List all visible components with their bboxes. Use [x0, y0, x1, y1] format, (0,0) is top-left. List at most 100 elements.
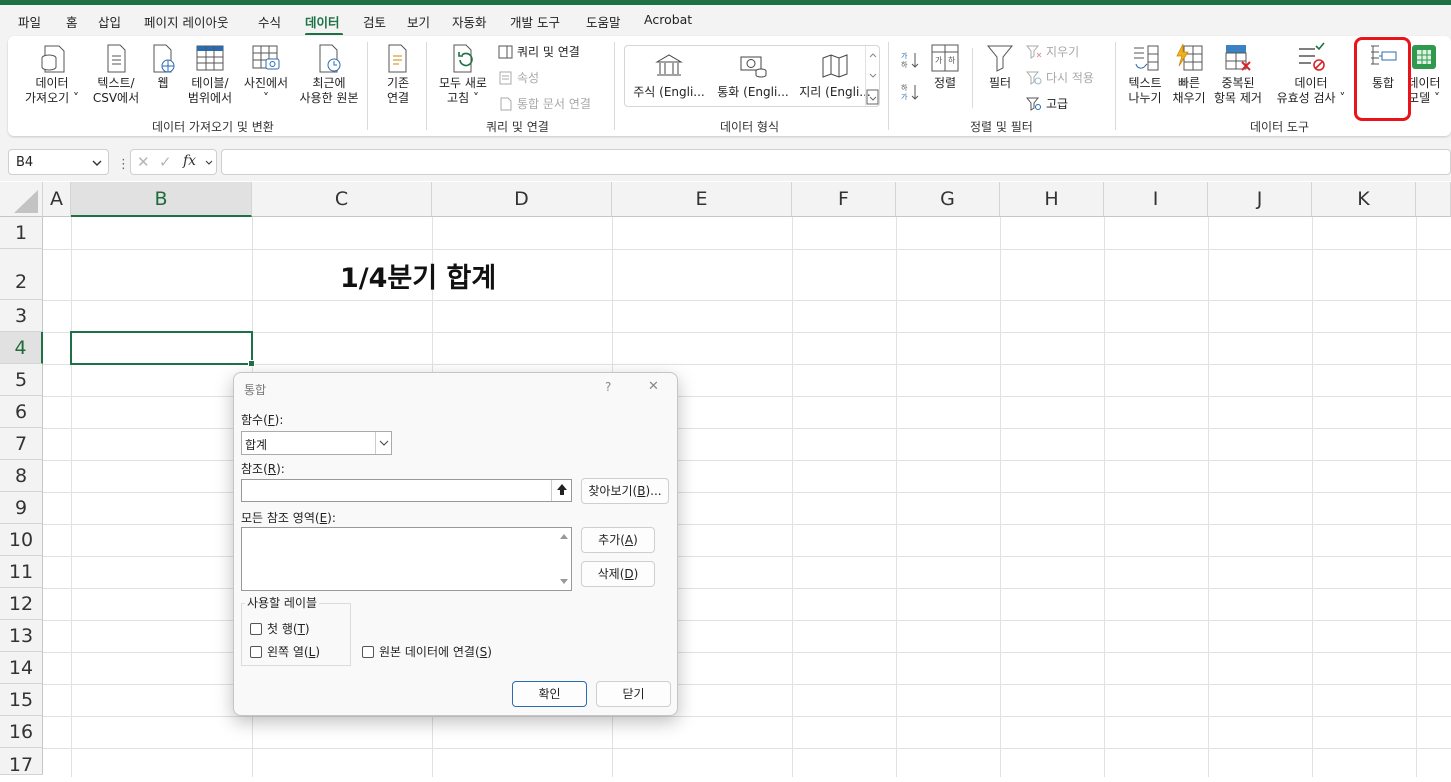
tab-developer[interactable]: 개발 도구 [510, 12, 560, 31]
currencies-data-type[interactable]: 통화 (Engli... [715, 52, 791, 100]
tab-home[interactable]: 홈 [66, 12, 78, 31]
tab-formulas[interactable]: 수식 [258, 12, 281, 31]
formula-input[interactable] [221, 149, 1451, 175]
column-header[interactable]: H [1000, 182, 1104, 217]
browse-button[interactable]: 찾아보기(B)... [581, 478, 669, 504]
column-header[interactable]: A [43, 182, 71, 217]
properties-button[interactable]: 속성 [498, 69, 539, 86]
recent-sources-label-2: 사용한 원본 [299, 91, 359, 105]
tab-automate[interactable]: 자동화 [452, 12, 487, 31]
text-to-columns-button[interactable]: 텍스트 나누기 [1121, 42, 1169, 106]
cancel-icon[interactable]: ✕ [137, 153, 150, 171]
row-header[interactable]: 8 [0, 460, 43, 492]
active-cell-b4[interactable] [70, 331, 253, 365]
geography-data-type[interactable]: 지리 (Engli... [797, 52, 873, 100]
sort-button[interactable]: 가하 정렬 [928, 42, 962, 91]
row-header[interactable]: 9 [0, 492, 43, 524]
select-all-corner[interactable] [0, 182, 43, 217]
ok-button[interactable]: 확인 [512, 681, 587, 707]
more-options-icon[interactable]: ⋮ [117, 157, 130, 172]
left-column-checkbox[interactable]: 왼쪽 열(L) [250, 643, 320, 660]
tab-view[interactable]: 보기 [407, 12, 430, 31]
tab-data[interactable]: 데이터 [305, 12, 340, 31]
row-header[interactable]: 1 [0, 217, 43, 249]
column-header[interactable]: J [1208, 182, 1312, 217]
refresh-all-button[interactable]: 모두 새로 고침 ˅ [434, 42, 492, 106]
collapse-dialog-button[interactable] [551, 480, 571, 501]
use-labels-legend: 사용할 레이블 [245, 594, 320, 611]
delete-button[interactable]: 삭제(D) [581, 561, 655, 587]
row-header[interactable]: 13 [0, 620, 43, 652]
checkbox[interactable] [250, 646, 262, 658]
column-header[interactable]: F [792, 182, 896, 217]
top-row-checkbox[interactable]: 첫 행(T) [250, 620, 310, 637]
row-header[interactable]: 2 [0, 249, 43, 300]
reapply-button[interactable]: 다시 적용 [1026, 69, 1094, 86]
edit-links-button[interactable]: 통합 문서 연결 [498, 95, 591, 112]
name-box[interactable]: B4 [8, 149, 109, 175]
column-header[interactable]: I [1104, 182, 1208, 217]
row-header[interactable]: 4 [0, 332, 43, 364]
row-header[interactable]: 10 [0, 524, 43, 556]
remove-duplicates-button[interactable]: 중복된 항목 제거 [1210, 42, 1266, 106]
from-web-button[interactable]: 웹 [148, 42, 178, 91]
clear-filter-button[interactable]: 지우기 [1026, 43, 1079, 60]
help-button[interactable]: ? [605, 380, 611, 394]
function-select[interactable]: 합계 [241, 431, 392, 455]
column-header[interactable]: B [71, 182, 252, 217]
checkbox[interactable] [362, 646, 374, 658]
fill-handle[interactable] [248, 360, 255, 367]
row-header[interactable]: 16 [0, 716, 43, 748]
row-header[interactable]: 11 [0, 556, 43, 588]
function-dropdown-button[interactable] [375, 432, 391, 454]
row-header[interactable]: 6 [0, 396, 43, 428]
row-header[interactable]: 14 [0, 652, 43, 684]
column-header[interactable]: D [432, 182, 612, 217]
filter-button[interactable]: 필터 [982, 42, 1018, 91]
sort-ascending-button[interactable]: 가하 [900, 50, 920, 70]
close-icon[interactable]: ✕ [648, 379, 659, 394]
existing-connections-button[interactable]: 기존 연결 [376, 42, 420, 106]
column-header[interactable]: K [1312, 182, 1416, 217]
link-source-checkbox[interactable]: 원본 데이터에 연결(S) [362, 643, 492, 660]
from-table-button[interactable]: 테이블/ 범위에서 [184, 42, 236, 106]
row-header[interactable]: 15 [0, 684, 43, 716]
function-label: 함수(F): [241, 413, 284, 427]
row-header[interactable]: 3 [0, 300, 43, 332]
column-header[interactable]: E [612, 182, 792, 217]
row-header[interactable]: 12 [0, 588, 43, 620]
all-references-list[interactable] [241, 527, 572, 591]
tab-file[interactable]: 파일 [18, 12, 41, 31]
data-validation-button[interactable]: 데이터 유효성 검사 ˅ [1272, 42, 1350, 106]
insert-function-icon[interactable]: fx [183, 153, 196, 169]
row-header[interactable]: 17 [0, 748, 43, 776]
column-header[interactable]: C [252, 182, 432, 217]
row-header[interactable]: 7 [0, 428, 43, 460]
stocks-data-type[interactable]: 주식 (Engli... [631, 52, 707, 100]
text-csv-button[interactable]: 텍스트/ CSV에서 [88, 42, 144, 106]
tab-page-layout[interactable]: 페이지 레이아웃 [144, 12, 228, 31]
sort-descending-button[interactable]: 하가 [900, 82, 920, 102]
tab-acrobat[interactable]: Acrobat [644, 12, 692, 27]
column-header[interactable]: G [896, 182, 1000, 217]
enter-icon[interactable]: ✓ [159, 153, 172, 171]
tab-insert[interactable]: 삽입 [98, 12, 121, 31]
row-header[interactable]: 5 [0, 364, 43, 396]
checkbox[interactable] [250, 623, 262, 635]
tab-help[interactable]: 도움말 [586, 12, 621, 31]
sheet-title-cell[interactable]: 1/4분기 합계 [340, 256, 496, 295]
gridline [43, 716, 1451, 717]
get-data-button[interactable]: 데이터 가져오기 ˅ [20, 42, 84, 106]
flash-fill-button[interactable]: 빠른 채우기 [1170, 42, 1208, 106]
gallery-scroll[interactable] [865, 46, 879, 106]
recent-sources-button[interactable]: 최근에 사용한 원본 [296, 42, 362, 106]
add-button[interactable]: 추가(A) [581, 527, 655, 553]
data-model-icon [1412, 45, 1436, 69]
list-scrollbar[interactable] [557, 528, 571, 590]
from-picture-button[interactable]: 사진에서 ˅ [240, 42, 292, 106]
close-button[interactable]: 닫기 [596, 681, 671, 707]
reference-input[interactable] [241, 479, 572, 502]
tab-review[interactable]: 검토 [363, 12, 386, 31]
advanced-filter-button[interactable]: 고급 [1026, 95, 1068, 112]
queries-connections-button[interactable]: 쿼리 및 연결 [498, 43, 580, 60]
